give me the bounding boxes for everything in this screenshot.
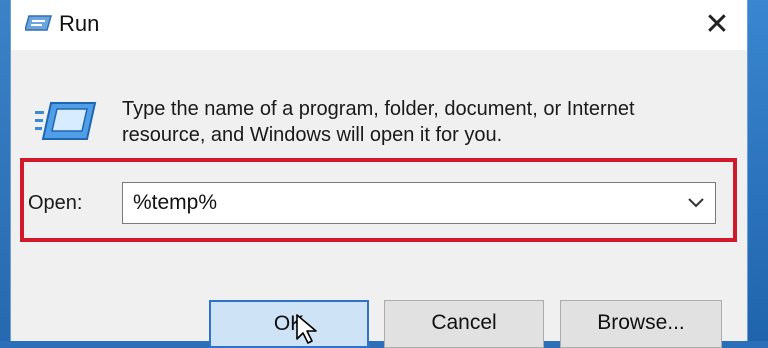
- title-bar[interactable]: Run ✕: [11, 0, 747, 50]
- close-icon: ✕: [704, 7, 730, 41]
- instruction-line-2: resource, and Windows will open it for y…: [122, 124, 503, 146]
- instruction-text: Type the name of a program, folder, docu…: [122, 96, 722, 148]
- dropdown-button[interactable]: [685, 191, 707, 215]
- desktop-background-left: [0, 0, 10, 341]
- mouse-pointer-icon: [296, 314, 317, 344]
- instruction-line-1: Type the name of a program, folder, docu…: [122, 98, 635, 120]
- open-input[interactable]: [133, 183, 653, 223]
- window-title: Run: [59, 11, 100, 36]
- open-label: Open:: [28, 192, 83, 214]
- chevron-down-icon: [688, 198, 704, 208]
- run-dialog: Run ✕ Type the name of a program, folder…: [10, 0, 748, 348]
- close-button[interactable]: ✕: [695, 4, 739, 44]
- desktop-background-right: [748, 0, 768, 341]
- run-app-icon: [25, 15, 52, 31]
- open-combobox[interactable]: [122, 182, 716, 224]
- run-program-icon: [35, 102, 97, 140]
